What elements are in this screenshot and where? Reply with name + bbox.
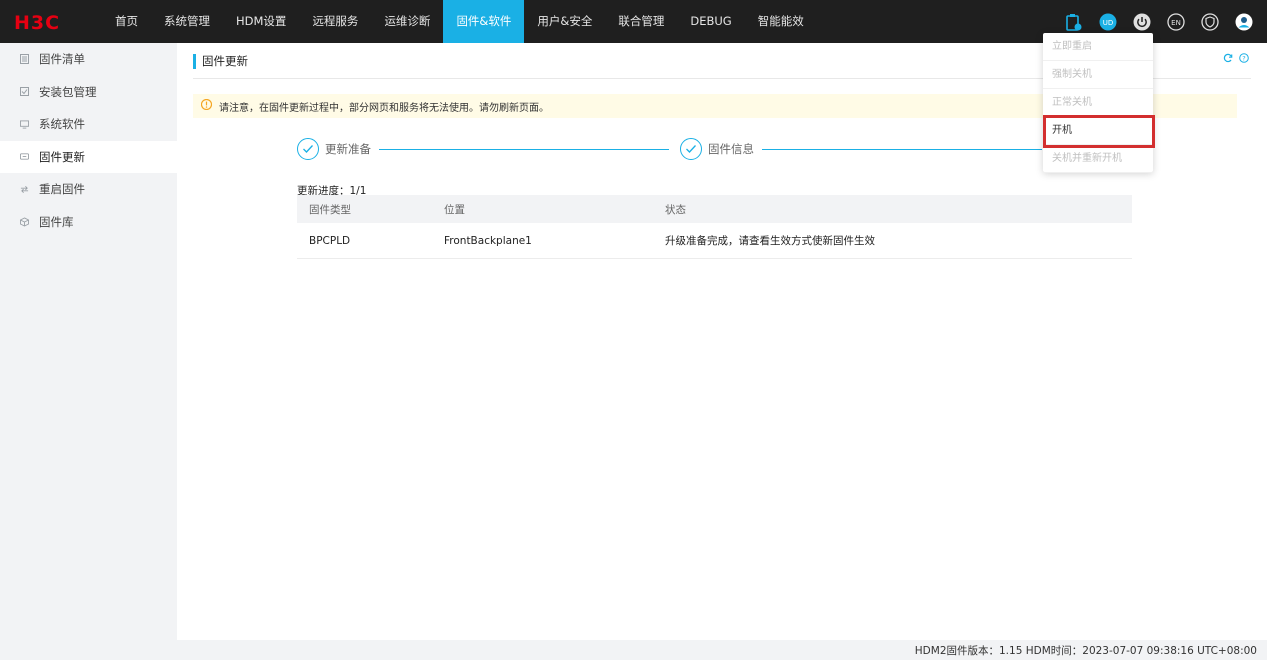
column-header: 状态 bbox=[665, 203, 686, 216]
cell-firmware-type: BPCPLD bbox=[309, 234, 351, 247]
language-icon[interactable]: EN bbox=[1167, 12, 1185, 31]
nav-firmware-software[interactable]: 固件&软件 bbox=[443, 0, 525, 43]
page-title: 固件更新 bbox=[202, 54, 248, 68]
sidebar-item-label: 安装包管理 bbox=[39, 84, 97, 99]
column-header: 固件类型 bbox=[309, 203, 351, 216]
restart-icon bbox=[20, 185, 29, 194]
title-accent-bar bbox=[193, 53, 196, 69]
firmware-table: 固件类型 位置 状态 BPCPLD FrontBackplane1 升级准备完成… bbox=[297, 195, 1132, 259]
column-header: 位置 bbox=[444, 203, 465, 216]
step-connector bbox=[379, 149, 669, 150]
svg-text:H3C: H3C bbox=[14, 12, 60, 32]
language-text: EN bbox=[1171, 19, 1181, 27]
menu-item-restart-now[interactable]: 立即重启 bbox=[1043, 33, 1153, 61]
nav-system-management[interactable]: 系统管理 bbox=[151, 0, 223, 43]
footer: HDM2固件版本：1.15 HDM时间：2023-07-07 09:38:16 … bbox=[0, 640, 1267, 660]
power-menu: 立即重启 强制关机 正常关机 开机 关机并重新开机 bbox=[1043, 33, 1153, 173]
menu-item-power-on[interactable]: 开机 bbox=[1043, 117, 1153, 145]
package-icon bbox=[20, 87, 29, 97]
sidebar-item-firmware-update[interactable]: 固件更新 bbox=[0, 140, 177, 173]
power-icon[interactable] bbox=[1133, 13, 1151, 31]
nav-debug[interactable]: DEBUG bbox=[677, 0, 744, 43]
cell-status: 升级准备完成，请查看生效方式使新固件生效 bbox=[665, 235, 875, 247]
user-badge-text: UD bbox=[1103, 19, 1114, 27]
nav-hdm-settings[interactable]: HDM设置 bbox=[223, 0, 299, 43]
update-steps: 更新准备 固件信息 bbox=[297, 138, 1167, 162]
sidebar-item-restart-firmware[interactable]: 重启固件 bbox=[0, 173, 177, 206]
library-icon bbox=[20, 217, 29, 227]
monitor-icon bbox=[20, 120, 29, 129]
sidebar-item-firmware-list[interactable]: 固件清单 bbox=[0, 43, 177, 76]
help-icon[interactable]: ? bbox=[1239, 53, 1249, 66]
list-icon bbox=[20, 54, 29, 65]
nav-user-security[interactable]: 用户&安全 bbox=[524, 0, 605, 43]
sidebar-item-label: 重启固件 bbox=[39, 182, 85, 196]
nav-home[interactable]: 首页 bbox=[102, 0, 151, 43]
nav-remote-service[interactable]: 远程服务 bbox=[299, 0, 371, 43]
sidebar: 固件清单 安装包管理 系统软件 固件更新 重启固件 固件库 bbox=[0, 43, 177, 640]
check-icon bbox=[680, 138, 702, 160]
nav-diagnostics[interactable]: 运维诊断 bbox=[371, 0, 443, 43]
table-header: 固件类型 位置 状态 bbox=[297, 195, 1132, 223]
refresh-icon[interactable] bbox=[1223, 53, 1233, 66]
update-icon bbox=[20, 152, 29, 161]
check-icon bbox=[297, 138, 319, 160]
shield-icon[interactable] bbox=[1201, 12, 1219, 31]
sidebar-item-firmware-library[interactable]: 固件库 bbox=[0, 206, 177, 239]
sidebar-item-system-software[interactable]: 系统软件 bbox=[0, 108, 177, 141]
cell-location: FrontBackplane1 bbox=[444, 234, 532, 247]
user-avatar-icon[interactable] bbox=[1235, 13, 1253, 31]
step-prepare: 更新准备 bbox=[297, 138, 371, 160]
step-label: 更新准备 bbox=[325, 142, 371, 156]
sidebar-item-label: 固件库 bbox=[39, 214, 74, 229]
warning-icon bbox=[200, 98, 213, 113]
step-connector bbox=[762, 149, 1042, 150]
footer-version-time: HDM2固件版本：1.15 HDM时间：2023-07-07 09:38:16 … bbox=[914, 645, 1257, 657]
clipboard-icon[interactable] bbox=[1065, 13, 1083, 31]
step-firmware-info: 固件信息 bbox=[680, 138, 754, 160]
page-header: 固件更新 bbox=[193, 53, 248, 69]
table-row: BPCPLD FrontBackplane1 升级准备完成，请查看生效方式使新固… bbox=[297, 223, 1132, 259]
step-label: 固件信息 bbox=[708, 142, 754, 156]
menu-item-power-cycle[interactable]: 关机并重新开机 bbox=[1043, 145, 1153, 173]
header-actions: ? bbox=[1223, 53, 1249, 66]
user-badge-icon[interactable]: UD bbox=[1099, 13, 1117, 31]
h3c-logo[interactable]: H3C bbox=[14, 12, 78, 32]
sidebar-item-package-management[interactable]: 安装包管理 bbox=[0, 76, 177, 109]
sidebar-item-label: 系统软件 bbox=[39, 117, 85, 131]
svg-text:?: ? bbox=[1242, 54, 1245, 62]
sidebar-item-label: 固件清单 bbox=[39, 52, 85, 66]
menu-item-normal-shutdown[interactable]: 正常关机 bbox=[1043, 89, 1153, 117]
menu-item-force-shutdown[interactable]: 强制关机 bbox=[1043, 61, 1153, 89]
sidebar-item-label: 固件更新 bbox=[39, 149, 85, 164]
nav-energy[interactable]: 智能能效 bbox=[745, 0, 817, 43]
notice-text: 请注意，在固件更新过程中，部分网页和服务将无法使用。请勿刷新页面。 bbox=[219, 102, 549, 114]
main-nav: 首页 系统管理 HDM设置 远程服务 运维诊断 固件&软件 用户&安全 联合管理… bbox=[102, 0, 817, 43]
nav-federation[interactable]: 联合管理 bbox=[605, 0, 677, 43]
